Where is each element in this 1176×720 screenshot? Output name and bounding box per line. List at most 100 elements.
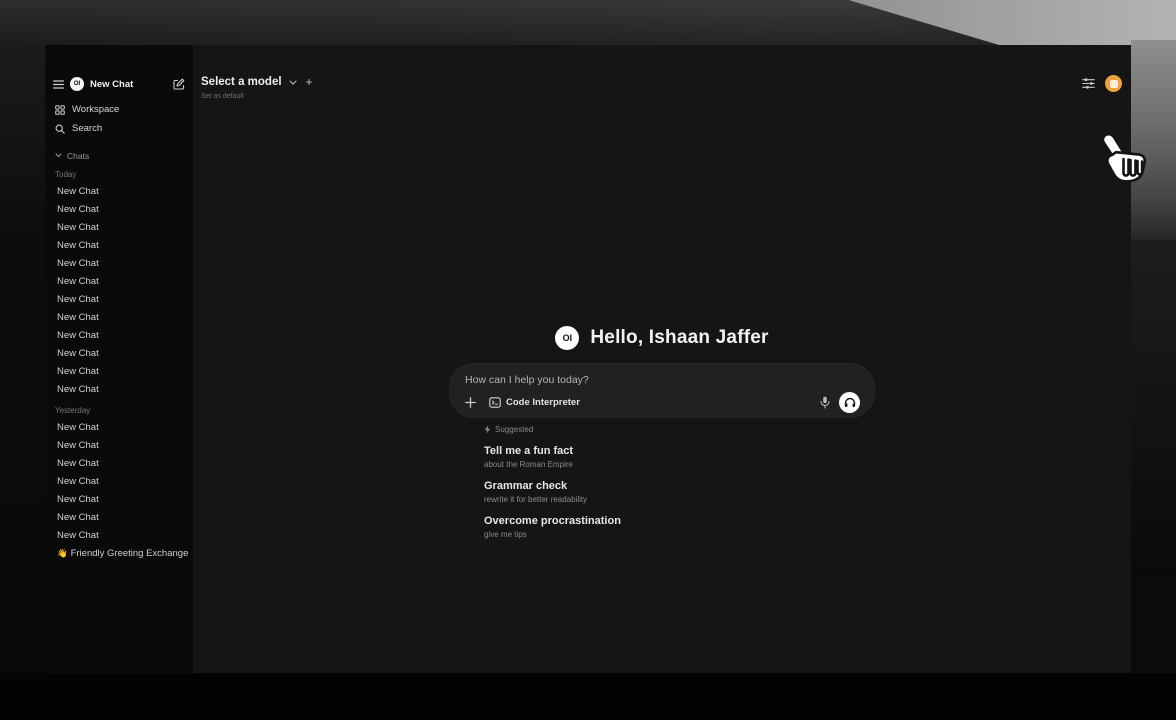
model-selector[interactable]: Select a model + — [201, 75, 313, 89]
chat-list-item[interactable]: New Chat — [53, 218, 185, 236]
sidebar-nav: Workspace Search — [53, 100, 185, 138]
suggested-header: Suggested — [484, 425, 874, 434]
lightning-bolt-icon — [484, 425, 491, 434]
sidebar-title: New Chat — [90, 79, 167, 90]
avatar-image — [1110, 80, 1118, 88]
chat-list-item[interactable]: New Chat — [53, 254, 185, 272]
suggestion-title: Grammar check — [484, 480, 874, 492]
hero-column: OI Hello, Ishaan Jaffer How can I help y… — [450, 325, 874, 539]
chat-list-item[interactable]: New Chat — [53, 308, 185, 326]
chat-list-item[interactable]: New Chat — [53, 326, 185, 344]
suggested-label: Suggested — [495, 425, 533, 434]
chat-list-item[interactable]: New Chat — [53, 526, 185, 544]
prompt-input[interactable]: How can I help you today? Code Interpret… — [450, 364, 874, 417]
microphone-icon[interactable] — [820, 396, 830, 409]
chat-item-label: New Chat — [57, 204, 99, 215]
chevron-down-icon — [55, 153, 62, 158]
main-area: Select a model + Set as default OI Hello… — [193, 45, 1131, 673]
user-avatar[interactable] — [1105, 75, 1122, 92]
search-icon — [55, 124, 65, 134]
prompt-placeholder: How can I help you today? — [465, 374, 860, 386]
chat-list-item[interactable]: New Chat — [53, 418, 185, 436]
code-interpreter-label: Code Interpreter — [506, 397, 580, 408]
chat-item-label: New Chat — [57, 476, 99, 487]
chat-item-label: New Chat — [57, 530, 99, 541]
chat-group-label-yesterday: Yesterday — [55, 406, 185, 415]
sidebar-item-label: Search — [72, 123, 102, 134]
chevron-down-icon — [289, 80, 297, 85]
code-interpreter-toggle[interactable]: Code Interpreter — [485, 395, 584, 410]
chat-list-item[interactable]: New Chat — [53, 508, 185, 526]
app-logo-icon: OI — [555, 326, 579, 350]
chat-list-item[interactable]: 👋 Friendly Greeting Exchange — [53, 544, 185, 562]
suggestion-item[interactable]: Grammar check rewrite it for better read… — [484, 480, 874, 504]
chat-item-label: New Chat — [57, 312, 99, 323]
suggestion-subtitle: give me tips — [484, 530, 874, 539]
backdrop-right-band — [1131, 40, 1176, 240]
voice-call-button[interactable] — [839, 392, 860, 413]
sidebar-item-workspace[interactable]: Workspace — [53, 100, 185, 119]
suggestion-title: Overcome procrastination — [484, 515, 874, 527]
headphones-icon — [844, 397, 856, 408]
chat-list-item[interactable]: New Chat — [53, 454, 185, 472]
chat-list-item[interactable]: New Chat — [53, 472, 185, 490]
topbar: Select a model + Set as default — [193, 45, 1131, 100]
chat-item-label: New Chat — [57, 458, 99, 469]
suggestion-item[interactable]: Overcome procrastination give me tips — [484, 515, 874, 539]
chat-list-yesterday: New Chat New Chat New Chat New C — [53, 418, 185, 562]
chat-item-label: New Chat — [57, 348, 99, 359]
chat-item-label: New Chat — [57, 186, 99, 197]
chats-header-label: Chats — [67, 151, 89, 161]
chat-list-item[interactable]: New Chat — [53, 344, 185, 362]
chat-list-item[interactable]: New Chat — [53, 272, 185, 290]
chat-list-today: New Chat New Chat New Chat New C — [53, 182, 185, 398]
chat-item-label: New Chat — [57, 512, 99, 523]
new-chat-pencil-icon[interactable] — [173, 78, 185, 90]
chat-item-label: New Chat — [57, 258, 99, 269]
chat-list-item[interactable]: New Chat — [53, 436, 185, 454]
add-model-button[interactable]: + — [306, 75, 313, 89]
chat-list-item[interactable]: New Chat — [53, 290, 185, 308]
chat-item-label: Friendly Greeting Exchange — [71, 548, 189, 559]
topbar-right — [1082, 75, 1122, 92]
sidebar-toggle-icon[interactable] — [53, 80, 64, 89]
chat-list-item[interactable]: New Chat — [53, 380, 185, 398]
chat-list-item[interactable]: New Chat — [53, 490, 185, 508]
chats-section-header[interactable]: Chats — [53, 149, 185, 162]
chat-list-item[interactable]: New Chat — [53, 362, 185, 380]
sidebar-header: OI New Chat — [53, 75, 185, 93]
prompt-toolbar: Code Interpreter — [465, 392, 860, 413]
chat-item-label: New Chat — [57, 276, 99, 287]
chat-item-label: New Chat — [57, 222, 99, 233]
suggestion-title: Tell me a fun fact — [484, 445, 874, 457]
chat-group-label-today: Today — [55, 170, 185, 179]
backdrop-right-lower — [1131, 240, 1176, 580]
chat-history: Today New Chat New Chat New C — [53, 170, 185, 562]
model-selector-label: Select a model — [201, 76, 282, 88]
backdrop-bottom-band — [0, 673, 1176, 720]
suggestion-list: Tell me a fun fact about the Roman Empir… — [484, 445, 874, 539]
suggested-section: Suggested Tell me a fun fact about the R… — [450, 425, 874, 539]
workspace-grid-icon — [55, 105, 65, 115]
sidebar-item-label: Workspace — [72, 104, 119, 115]
greeting-text: Hello, Ishaan Jaffer — [590, 327, 768, 349]
chat-list-item[interactable]: New Chat — [53, 182, 185, 200]
chat-item-label: New Chat — [57, 240, 99, 251]
set-as-default-link[interactable]: Set as default — [201, 93, 313, 100]
code-interpreter-icon — [489, 397, 501, 408]
suggestion-item[interactable]: Tell me a fun fact about the Roman Empir… — [484, 445, 874, 469]
chat-item-label: New Chat — [57, 294, 99, 305]
chat-item-label: New Chat — [57, 494, 99, 505]
wave-emoji: 👋 — [57, 548, 68, 559]
chat-list-item[interactable]: New Chat — [53, 236, 185, 254]
backdrop-left-band — [0, 46, 45, 673]
controls-sliders-icon[interactable] — [1082, 78, 1095, 89]
chat-list-item[interactable]: New Chat — [53, 200, 185, 218]
app-logo-icon: OI — [70, 77, 84, 91]
chat-item-label: New Chat — [57, 384, 99, 395]
greeting-row: OI Hello, Ishaan Jaffer — [450, 325, 874, 351]
chat-item-label: New Chat — [57, 330, 99, 341]
suggestion-subtitle: rewrite it for better readability — [484, 495, 874, 504]
attach-plus-icon[interactable] — [465, 397, 476, 408]
sidebar-item-search[interactable]: Search — [53, 119, 185, 138]
